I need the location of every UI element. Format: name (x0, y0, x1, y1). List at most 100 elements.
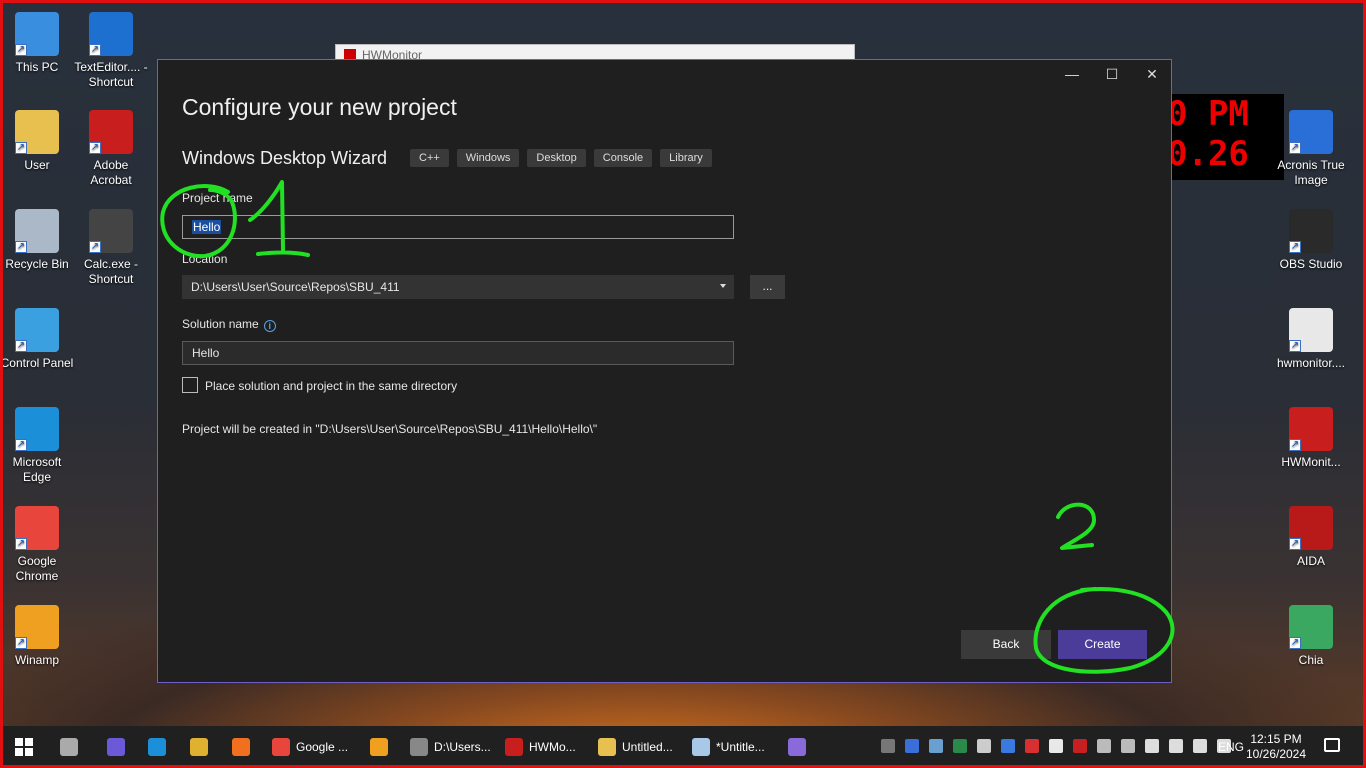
tray-icon-0[interactable] (881, 739, 895, 753)
tray-icon-10[interactable] (1121, 739, 1135, 753)
shortcut-arrow-icon: ↗ (15, 637, 27, 649)
shortcut-arrow-icon: ↗ (1289, 142, 1301, 154)
taskbar-app-8-label: HWMo... (529, 740, 576, 754)
project-name-input[interactable]: Hello (182, 215, 734, 239)
taskbar-date: 10/26/2024 (1245, 747, 1307, 761)
template-tags: C++ Windows Desktop Console Library (410, 149, 712, 167)
taskbar-app-7[interactable]: D:\Users... (410, 733, 491, 761)
taskbar-app-5[interactable]: Google ... (272, 733, 348, 761)
tray-icon-12[interactable] (1169, 739, 1183, 753)
desktop-icon-5[interactable]: ↗ Calc.exe - Shortcut (72, 209, 150, 287)
tray-icon-3[interactable] (953, 739, 967, 753)
taskbar-app-6[interactable] (370, 733, 388, 761)
taskbar-app-9[interactable]: Untitled... (598, 733, 673, 761)
taskbar-app-2[interactable] (148, 733, 166, 761)
taskbar-app-10[interactable]: *Untitle... (692, 733, 765, 761)
desktop-icon-right-1[interactable]: ↗ OBS Studio (1272, 209, 1350, 272)
desktop-icon-7[interactable]: ↗ Microsoft Edge (0, 407, 76, 485)
desktop-icon-1-icon: ↗ (89, 12, 133, 56)
project-name-label: Project name (182, 191, 253, 205)
desktop-icon-8[interactable]: ↗ Google Chrome (0, 506, 76, 584)
create-button[interactable]: Create (1058, 630, 1147, 659)
tray-icon-11[interactable] (1145, 739, 1159, 753)
project-path-note: Project will be created in "D:\Users\Use… (182, 422, 598, 436)
configure-project-dialog: — ☐ ✕ Configure your new project Windows… (157, 59, 1172, 683)
desktop-icon-2-label: User (24, 158, 50, 172)
language-indicator[interactable]: ENG (1218, 740, 1244, 754)
desktop-clock-widget: 0 PM 0.26 (1163, 94, 1284, 180)
taskbar-app-4[interactable] (232, 733, 250, 761)
desktop-icon-right-4[interactable]: ↗ AIDA (1272, 506, 1350, 569)
same-directory-checkbox[interactable] (182, 377, 198, 393)
back-button[interactable]: Back (961, 630, 1051, 659)
notification-icon[interactable] (1324, 738, 1340, 752)
taskbar-app-11[interactable] (788, 733, 806, 761)
same-directory-label[interactable]: Place solution and project in the same d… (205, 379, 457, 393)
desktop-icon-right-5-icon: ↗ (1289, 605, 1333, 649)
location-value: D:\Users\User\Source\Repos\SBU_411 (191, 280, 400, 294)
minimize-button[interactable]: — (1060, 66, 1084, 82)
taskbar-app-3[interactable] (190, 733, 208, 761)
taskbar-app-11-icon (788, 738, 806, 756)
desktop-icon-right-3[interactable]: ↗ HWMonit... (1272, 407, 1350, 470)
start-button[interactable] (14, 733, 34, 761)
tray-icon-8[interactable] (1073, 739, 1087, 753)
tray-icon-1[interactable] (905, 739, 919, 753)
desktop-icon-0[interactable]: ↗ This PC (0, 12, 76, 75)
maximize-button[interactable]: ☐ (1100, 66, 1124, 82)
taskbar-app-0-icon (60, 738, 78, 756)
desktop-icon-right-1-icon: ↗ (1289, 209, 1333, 253)
taskbar-app-5-icon (272, 738, 290, 756)
tray-icon-5[interactable] (1001, 739, 1015, 753)
tray-icon-6[interactable] (1025, 739, 1039, 753)
taskbar-app-3-icon (190, 738, 208, 756)
taskbar-app-4-icon (232, 738, 250, 756)
taskbar-app-2-icon (148, 738, 166, 756)
taskbar-app-1[interactable] (107, 733, 125, 761)
template-name: Windows Desktop Wizard (182, 148, 388, 168)
tag-windows: Windows (456, 149, 520, 167)
desktop-icon-8-icon: ↗ (15, 506, 59, 550)
browse-button[interactable]: ... (750, 275, 785, 299)
tray-icon-9[interactable] (1097, 739, 1111, 753)
tray-icon-4[interactable] (977, 739, 991, 753)
desktop-icon-right-0-label: Acronis True Image (1277, 158, 1345, 187)
desktop-icon-right-2[interactable]: ↗ hwmonitor.... (1272, 308, 1350, 371)
shortcut-arrow-icon: ↗ (15, 44, 27, 56)
tray-icon-2[interactable] (929, 739, 943, 753)
desktop-icon-3-label: Adobe Acrobat (90, 158, 132, 187)
location-label: Location (182, 252, 228, 266)
taskbar-app-1-icon (107, 738, 125, 756)
desktop-icon-1[interactable]: ↗ TextEditor.... - Shortcut (72, 12, 150, 90)
desktop-icon-3-icon: ↗ (89, 110, 133, 154)
desktop-icon-right-2-label: hwmonitor.... (1276, 356, 1346, 370)
taskbar-app-6-icon (370, 738, 388, 756)
tag-desktop: Desktop (527, 149, 586, 167)
taskbar-app-0[interactable] (60, 733, 78, 761)
solution-name-input[interactable]: Hello (182, 341, 734, 365)
desktop-icon-6-label: Control Panel (0, 356, 74, 370)
windows-logo-icon (15, 738, 33, 756)
shortcut-arrow-icon: ↗ (1289, 538, 1301, 550)
taskbar-app-5-label: Google ... (296, 740, 349, 754)
taskbar-app-8-icon (505, 738, 523, 756)
taskbar-app-8[interactable]: HWMo... (505, 733, 576, 761)
info-icon[interactable]: i (263, 320, 276, 332)
shortcut-arrow-icon: ↗ (1289, 340, 1301, 352)
tray-icon-7[interactable] (1049, 739, 1063, 753)
location-dropdown[interactable]: D:\Users\User\Source\Repos\SBU_411 (182, 275, 734, 299)
desktop-icon-2[interactable]: ↗ User (0, 110, 76, 173)
desktop-icon-4-label: Recycle Bin (5, 257, 69, 271)
desktop-icon-right-5[interactable]: ↗ Chia (1272, 605, 1350, 668)
desktop-icon-right-0[interactable]: ↗ Acronis True Image (1272, 110, 1350, 188)
desktop-icon-right-5-label: Chia (1298, 653, 1324, 667)
desktop-icon-9[interactable]: ↗ Winamp (0, 605, 76, 668)
close-button[interactable]: ✕ (1140, 66, 1164, 82)
desktop-icon-4[interactable]: ↗ Recycle Bin (0, 209, 76, 272)
taskbar: Google ... D:\Users... HWMo... Untitled... *… (0, 726, 1366, 768)
tray-icon-13[interactable] (1193, 739, 1207, 753)
desktop-icon-3[interactable]: ↗ Adobe Acrobat (72, 110, 150, 188)
taskbar-app-9-icon (598, 738, 616, 756)
taskbar-clock[interactable]: 12:15 PM 10/26/2024 (1244, 732, 1308, 762)
desktop-icon-6[interactable]: ↗ Control Panel (0, 308, 76, 371)
